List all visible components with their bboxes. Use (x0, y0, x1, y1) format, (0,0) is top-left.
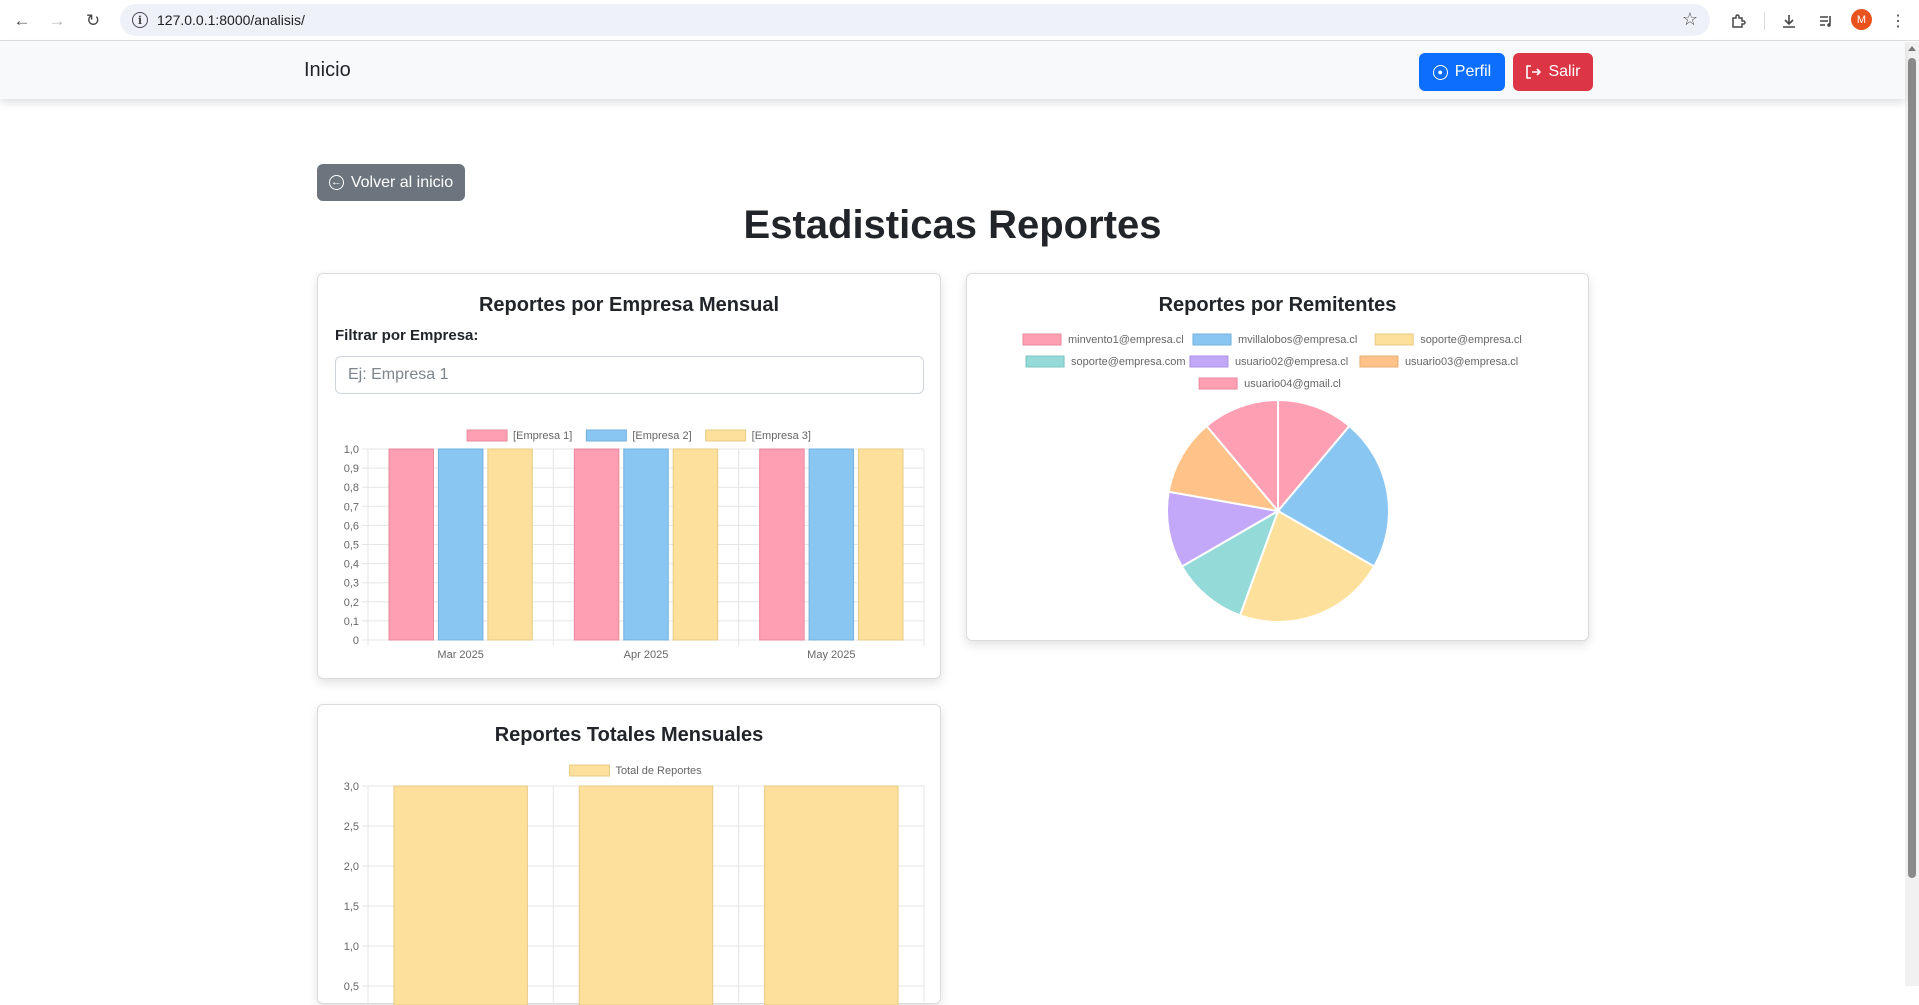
arrow-left-circle-icon: ← (328, 175, 344, 190)
media-playlist-icon[interactable] (1813, 8, 1839, 34)
y-tick-label: 0,5 (344, 981, 359, 993)
page-title: Estadisticas Reportes (743, 203, 1162, 247)
toolbar-divider (1764, 12, 1765, 30)
card-totals: Reportes Totales Mensuales Total de Repo… (317, 704, 941, 1005)
y-tick-label: 0,7 (344, 501, 359, 513)
legend-label: mvillalobos@empresa.cl (1238, 334, 1357, 346)
y-tick-label: 0,2 (344, 597, 359, 609)
legend-label: Total de Reportes (615, 765, 702, 777)
back-home-button[interactable]: ← Volver al inicio (317, 164, 465, 201)
y-tick-label: 0 (353, 635, 359, 647)
back-home-label: Volver al inicio (350, 173, 454, 191)
legend-swatch (1198, 377, 1238, 390)
legend-swatch (1025, 355, 1065, 368)
legend-swatch (1022, 333, 1062, 346)
legend-label: usuario02@empresa.cl (1235, 356, 1348, 368)
bar (388, 448, 434, 641)
y-tick-label: 0,8 (344, 482, 359, 494)
bar (764, 785, 899, 1005)
bar (437, 448, 484, 641)
profile-button[interactable]: ● Perfil (1419, 53, 1505, 91)
back-arrow-icon[interactable]: ← (9, 8, 35, 34)
y-tick-label: 2,0 (344, 861, 359, 873)
scroll-up-arrow-icon[interactable] (1908, 46, 1916, 51)
legend-label: usuario04@gmail.cl (1244, 378, 1341, 390)
user-circle-icon: ● (1432, 64, 1448, 80)
bar (759, 448, 805, 641)
legend-swatch (705, 429, 747, 442)
card-senders: Reportes por Remitentes minvento1@empres… (966, 273, 1589, 641)
forward-arrow-icon[interactable]: → (44, 8, 70, 34)
legend-swatch (1359, 355, 1399, 368)
app-navbar: Inicio ● Perfil Salir (0, 42, 1905, 99)
card-company-monthly: Reportes por Empresa Mensual Filtrar por… (317, 273, 941, 679)
senders-pie-chart: minvento1@empresa.cl mvillalobos@empresa.… (1022, 333, 1522, 623)
bookmark-star-icon[interactable]: ☆ (1682, 9, 1698, 30)
navbar-brand[interactable]: Inicio (304, 59, 351, 82)
bar (808, 448, 855, 641)
x-tick-label: Apr 2025 (624, 649, 669, 661)
legend-label: minvento1@empresa.cl (1068, 334, 1184, 346)
y-tick-label: 1,5 (344, 901, 359, 913)
legend-swatch (585, 429, 627, 442)
legend-label: soporte@empresa.cl (1420, 334, 1522, 346)
url-text[interactable]: 127.0.0.1:8000/analisis/ (157, 12, 305, 28)
bar (573, 448, 620, 641)
profile-button-label: Perfil (1454, 63, 1492, 80)
bar (858, 448, 904, 641)
download-icon[interactable] (1776, 8, 1802, 34)
x-tick-label: Mar 2025 (437, 649, 483, 661)
address-bar[interactable]: i 127.0.0.1:8000/analisis/ ☆ (120, 4, 1710, 36)
legend-label: [Empresa 1] (513, 430, 572, 442)
reload-icon[interactable]: ↻ (80, 8, 106, 34)
logout-button[interactable]: Salir (1513, 53, 1593, 91)
y-tick-label: 3,0 (344, 781, 359, 793)
y-tick-label: 0,3 (344, 578, 359, 590)
site-info-icon[interactable]: i (132, 12, 148, 28)
profile-avatar[interactable]: M (1851, 9, 1872, 30)
bar (393, 785, 528, 1005)
totals-bar-chart: Total de Reportes 3,0 2,5 2,0 1,5 1,0 0,5 (344, 764, 925, 1005)
legend-label: [Empresa 2] (632, 430, 691, 442)
bar (672, 448, 719, 641)
page-scrollbar[interactable] (1905, 42, 1919, 986)
logout-icon (1526, 65, 1542, 79)
legend-swatch (1189, 355, 1229, 368)
more-menu-icon[interactable]: ⋮ (1885, 8, 1911, 34)
legend-swatch (466, 429, 508, 442)
logout-button-label: Salir (1548, 63, 1581, 80)
y-tick-label: 0,4 (344, 559, 359, 571)
company-bar-chart: [Empresa 1] [Empresa 2] [Empresa 3] 1,0 0,9 0… (344, 429, 925, 661)
y-tick-label: 0,9 (344, 463, 359, 475)
bar (578, 785, 714, 1005)
y-tick-label: 1,0 (344, 941, 359, 953)
legend-label: soporte@empresa.com (1071, 356, 1186, 368)
bar (623, 448, 669, 641)
extensions-icon[interactable] (1725, 8, 1751, 34)
y-tick-label: 1,0 (344, 444, 359, 456)
legend-swatch (1374, 333, 1414, 346)
legend-swatch (568, 764, 610, 777)
x-tick-label: May 2025 (807, 649, 855, 661)
browser-toolbar: ← → ↻ i 127.0.0.1:8000/analisis/ ☆ M ⋮ (0, 0, 1919, 41)
legend-swatch (1192, 333, 1232, 346)
bar (487, 448, 533, 641)
y-tick-label: 0,6 (344, 520, 359, 532)
legend-label: [Empresa 3] (752, 430, 811, 442)
scrollbar-thumb[interactable] (1908, 58, 1916, 878)
y-tick-label: 0,1 (344, 616, 359, 628)
y-tick-label: 2,5 (344, 821, 359, 833)
y-tick-label: 0,5 (344, 540, 359, 552)
legend-label: usuario03@empresa.cl (1405, 356, 1518, 368)
